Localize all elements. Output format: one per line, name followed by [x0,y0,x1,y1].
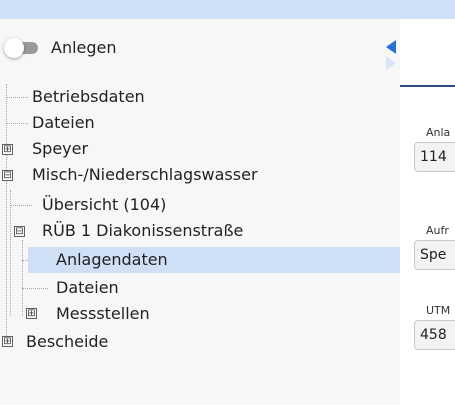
tree-item-anlagendaten[interactable]: Anlagendaten [28,247,400,273]
tree-guide-line [10,190,11,316]
tree-item-betriebsdaten[interactable]: Betriebsdaten [32,84,145,110]
expand-messstellen-icon[interactable]: ⊞ [26,308,37,319]
tree-item-messstellen[interactable]: Messstellen [56,301,150,327]
anlegen-toggle[interactable] [4,38,40,58]
tree-guide-line [22,288,48,289]
tree-item-label: Messstellen [56,304,150,323]
tree-item-dateien-sub[interactable]: Dateien [56,275,119,301]
tree-item-misch-niederschlagswasser[interactable]: Misch-/Niederschlagswasser [32,162,258,188]
top-bar [0,0,455,19]
tree-item-label: Betriebsdaten [32,87,145,106]
tree-guide-line [6,97,28,98]
form-area: Anla 114 Aufr Spe UTM 458 [400,0,455,405]
utm-field-value: 458 [420,327,447,343]
tree-guide-line [22,240,23,316]
tree-item-label: RÜB 1 Diakonissenstraße [42,221,244,240]
tree-item-speyer[interactable]: Speyer [32,136,88,162]
aufruf-field-value: Spe [420,247,447,263]
collapse-misch-niederschlagswasser-icon[interactable]: ⊟ [2,170,13,181]
tree-item-bescheide[interactable]: Bescheide [26,329,108,355]
tree-item-dateien[interactable]: Dateien [32,110,95,136]
tree-guide-line [10,205,32,206]
anlagen-field-value: 114 [420,149,447,165]
expand-speyer-icon[interactable]: ⊞ [2,144,13,155]
tree-item-label: Speyer [32,139,89,158]
tree-guide-line [6,84,7,336]
tree-item-label: Anlagendaten [56,250,168,269]
toggle-knob [4,38,24,58]
expand-bescheide-icon[interactable]: ⊞ [2,336,13,347]
tree-item-label: Dateien [32,113,95,132]
collapse-sidebar-icon[interactable] [383,38,399,72]
tree-guide-line [6,123,28,124]
anlegen-toggle-label: Anlegen [51,38,117,57]
tree-item-label: Misch-/Niederschlagswasser [32,165,258,184]
utm-field-label: UTM [425,304,452,317]
aufruf-field-label: Aufr [425,224,450,237]
tree-item-label: Bescheide [26,332,109,351]
tree-item-label: Übersicht (104) [42,195,167,214]
collapse-rueb-1-icon[interactable]: ⊟ [14,226,25,237]
tree-item-rueb-1-diakonissenstrasse[interactable]: RÜB 1 Diakonissenstraße [42,218,243,244]
tree-item-label: Dateien [56,278,119,297]
tree-item-uebersicht[interactable]: Übersicht (104) [42,192,166,218]
anlagen-field-label: Anla [425,126,452,139]
